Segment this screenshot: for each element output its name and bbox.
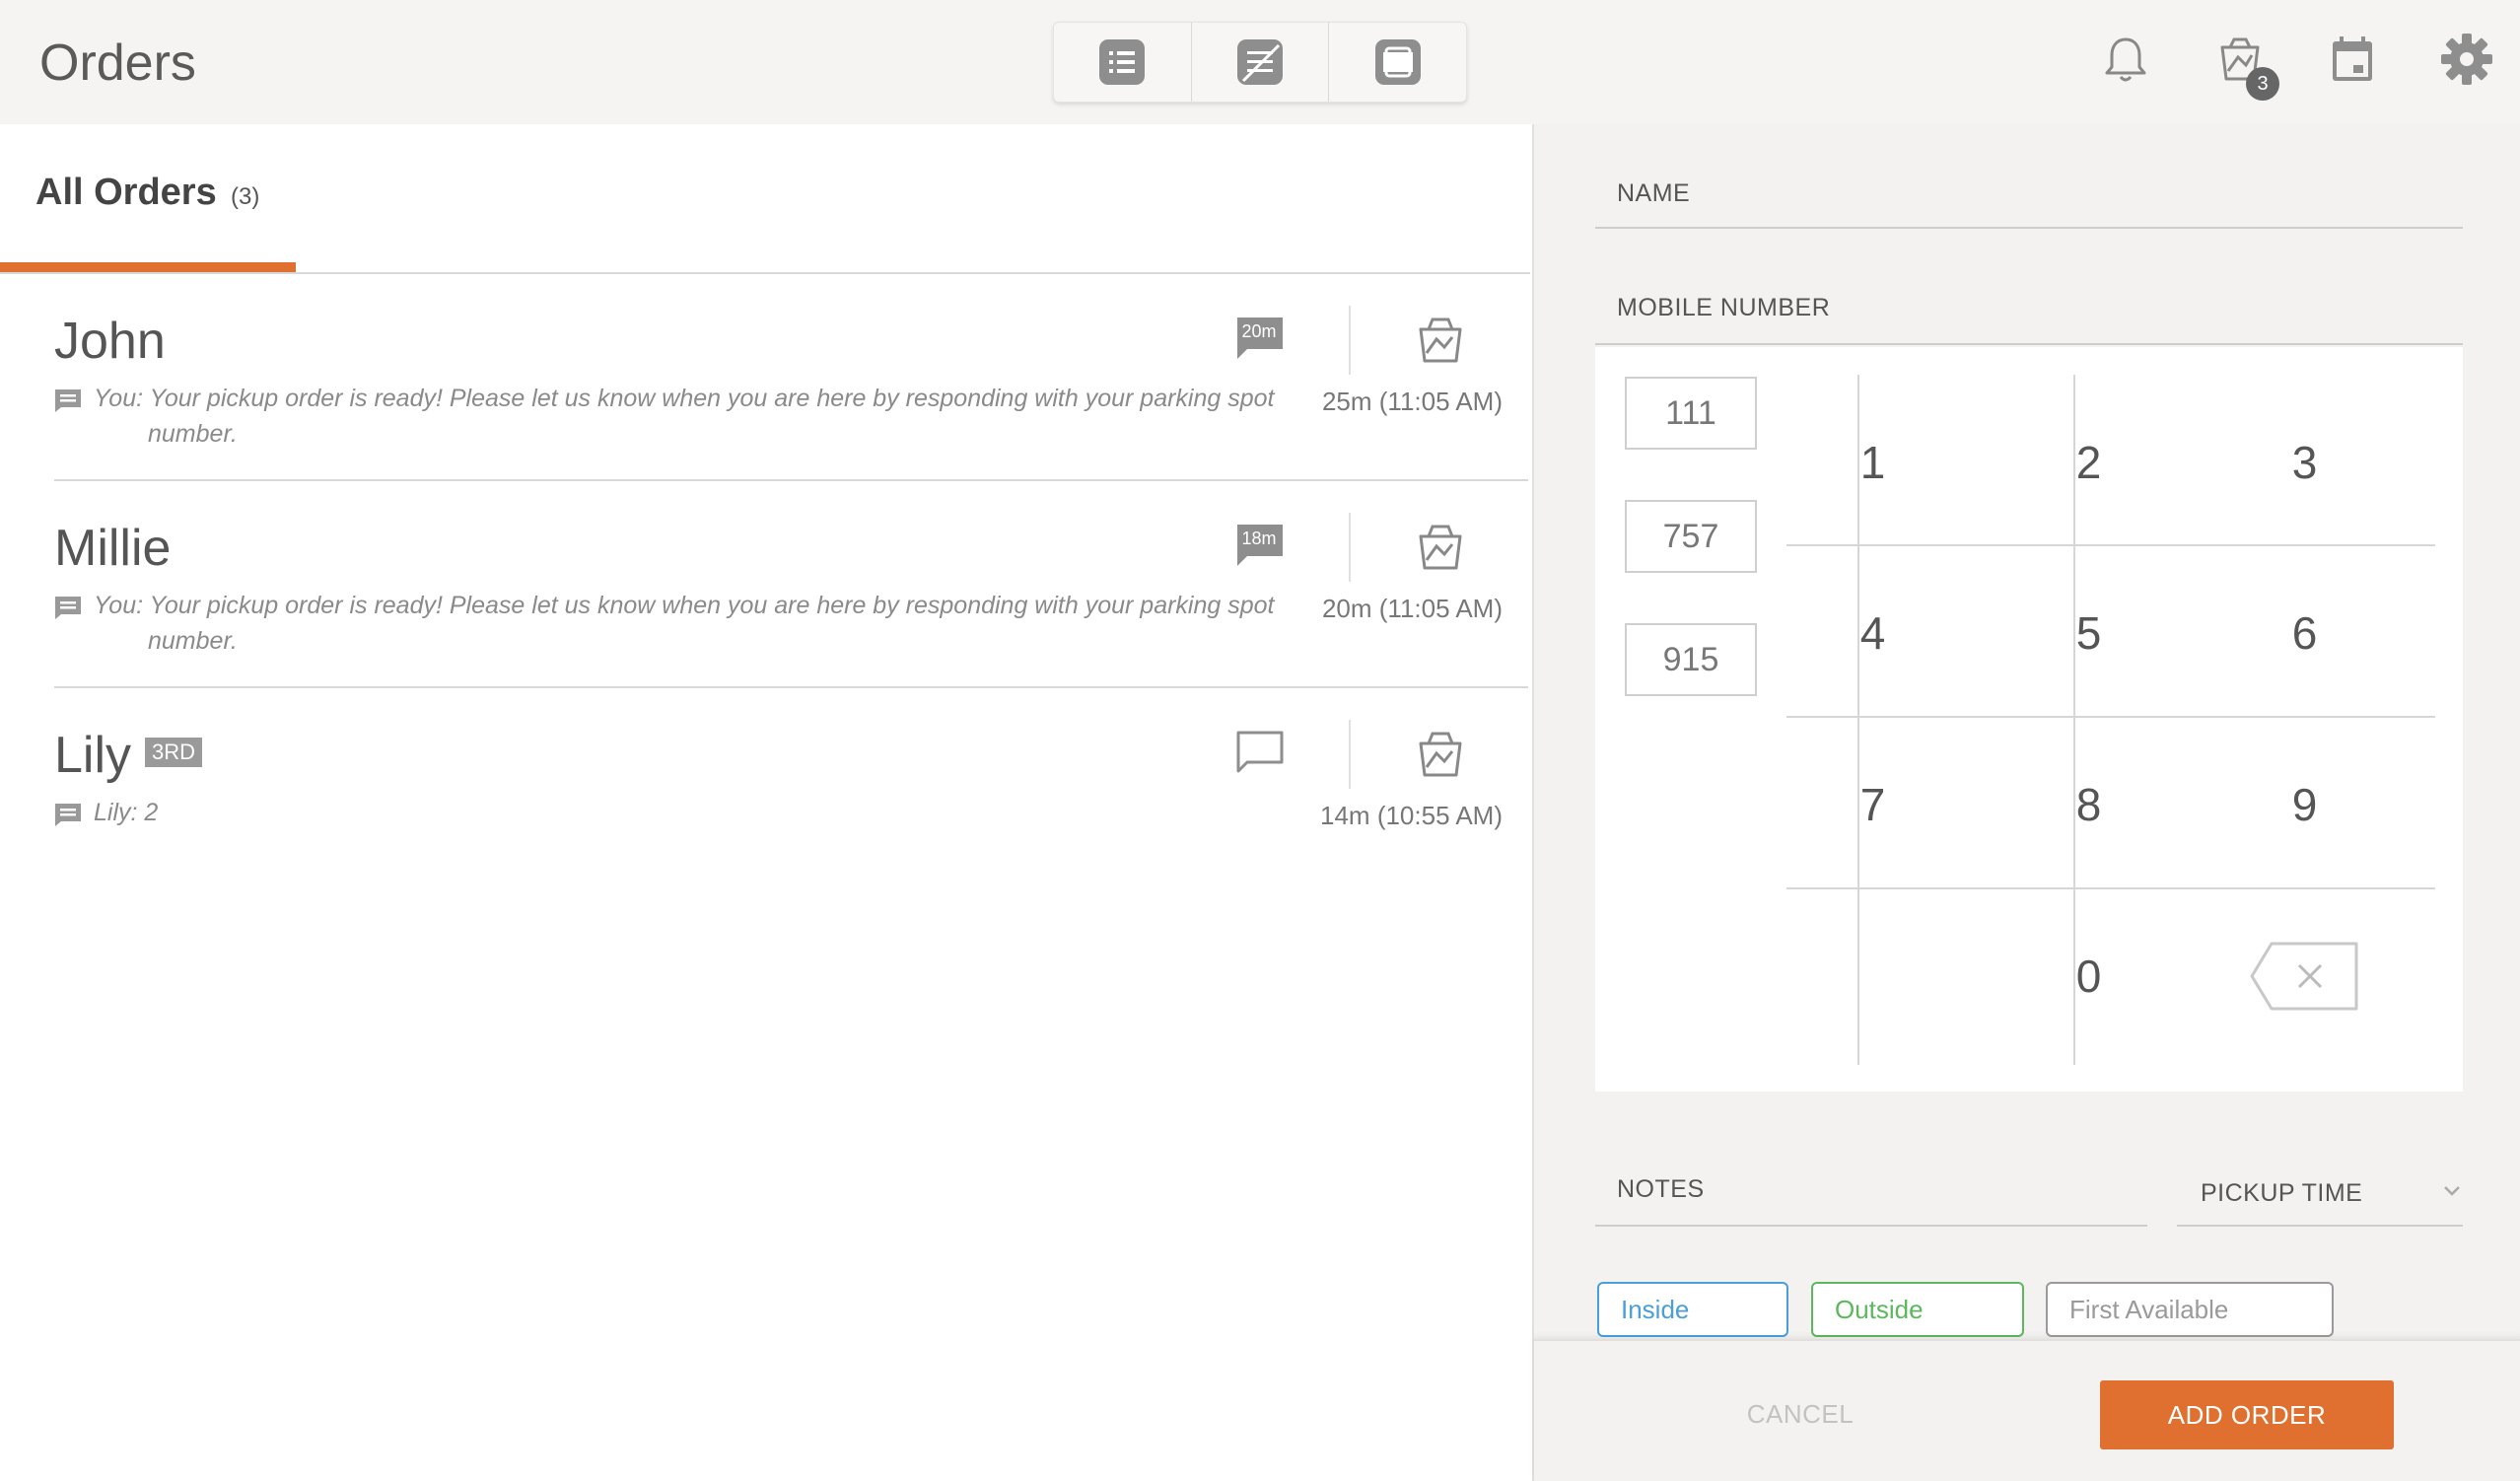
key-1[interactable]: 1	[1765, 377, 1981, 547]
message-age: 18m	[1241, 529, 1277, 548]
bell-icon	[2105, 37, 2146, 82]
first-available-option[interactable]: First Available	[2046, 1282, 2334, 1337]
mobile-field-underline	[1595, 343, 2463, 345]
card-view-button[interactable]	[1329, 23, 1466, 102]
order-row[interactable]: Millie You: Your pickup order is ready! …	[54, 483, 1528, 688]
settings-button[interactable]	[2437, 30, 2496, 89]
key-9[interactable]: 9	[2197, 719, 2413, 889]
phone-line-input[interactable]: 915	[1625, 623, 1757, 696]
calendar-icon	[2333, 36, 2372, 81]
message-body: Your pickup order is ready! Please let u…	[148, 385, 1275, 448]
gear-icon	[2441, 34, 2492, 85]
key-6[interactable]: 6	[2197, 547, 2413, 718]
message-body: Lily: 2	[94, 799, 159, 826]
message-icon	[55, 389, 81, 412]
message-sender: You:	[94, 385, 144, 412]
phone-prefix-input[interactable]: 757	[1625, 500, 1757, 573]
top-bar: Orders 3	[0, 0, 2520, 124]
message-icon	[55, 597, 81, 619]
order-row[interactable]: Lily 3RD Lily: 2 14m (10:55 AM)	[54, 690, 1528, 895]
message-sender: You:	[94, 592, 144, 619]
chat-bubble-outline-icon	[1236, 731, 1284, 773]
customer-name: John	[54, 313, 166, 370]
customer-name: Lily	[54, 727, 132, 784]
name-field-label: NAME	[1617, 179, 1691, 207]
no-image-view-icon	[1237, 39, 1283, 85]
order-row[interactable]: John You: Your pickup order is ready! Pl…	[54, 276, 1528, 481]
key-2[interactable]: 2	[1981, 377, 2197, 547]
add-order-panel: NAME MOBILE NUMBER 111 757 915 1 2 3 4 5…	[1532, 124, 2520, 1481]
calendar-button[interactable]	[2323, 30, 2382, 89]
backspace-key[interactable]	[2197, 890, 2413, 1061]
last-message: Lily: 2	[94, 795, 1316, 830]
divider	[1349, 513, 1351, 582]
backspace-icon	[2250, 942, 2357, 1010]
key-8[interactable]: 8	[1981, 719, 2197, 889]
compact-view-button[interactable]	[1192, 23, 1330, 102]
view-switcher	[1053, 22, 1467, 103]
tab-all-orders-count: (3)	[231, 183, 260, 210]
last-message: You: Your pickup order is ready! Please …	[94, 381, 1316, 452]
pickup-bag-icon[interactable]	[1413, 519, 1468, 574]
pickup-orders-button[interactable]: 3	[2210, 30, 2279, 101]
key-5[interactable]: 5	[1981, 547, 2197, 718]
phone-keypad: 111 757 915 1 2 3 4 5 6 7 8 9 0	[1595, 347, 2463, 1092]
mobile-field-label: MOBILE NUMBER	[1617, 294, 1831, 321]
wait-time: 14m (10:55 AM)	[1320, 801, 1503, 830]
key-7[interactable]: 7	[1765, 719, 1981, 889]
list-view-icon	[1099, 39, 1146, 85]
pickup-time-label: PICKUP TIME	[2201, 1179, 2363, 1207]
name-input[interactable]	[1595, 227, 2463, 229]
notes-field-label: NOTES	[1617, 1175, 1705, 1203]
phone-area-code-input[interactable]: 111	[1625, 377, 1757, 450]
add-order-button[interactable]: ADD ORDER	[2100, 1380, 2394, 1449]
pickup-time-select[interactable]	[2177, 1225, 2463, 1227]
list-view-button[interactable]	[1054, 23, 1192, 102]
pickup-bag-icon[interactable]	[1413, 726, 1468, 781]
wait-time: 20m (11:05 AM)	[1321, 594, 1503, 623]
chevron-down-icon[interactable]	[2440, 1179, 2464, 1203]
card-view-icon	[1374, 39, 1421, 85]
orders-tab-bar: All Orders (3)	[0, 124, 1530, 274]
page-title: Orders	[39, 35, 196, 92]
notes-input[interactable]	[1595, 1225, 2147, 1227]
pickup-bag-icon[interactable]	[1413, 312, 1468, 367]
customer-name: Millie	[54, 520, 172, 577]
form-footer: CANCEL ADD ORDER	[1534, 1339, 2520, 1481]
orders-panel: All Orders (3) John You: Your pickup ord…	[0, 124, 1530, 1481]
inside-option[interactable]: Inside	[1597, 1282, 1788, 1337]
notifications-button[interactable]	[2096, 30, 2155, 89]
message-body: Your pickup order is ready! Please let u…	[148, 592, 1275, 655]
divider	[1349, 306, 1351, 375]
pickup-count-badge: 3	[2246, 67, 2279, 101]
wait-time: 25m (11:05 AM)	[1321, 387, 1503, 416]
outside-option[interactable]: Outside	[1811, 1282, 2024, 1337]
visit-count-badge: 3RD	[145, 738, 203, 767]
tab-all-orders[interactable]: All Orders	[35, 172, 217, 214]
chat-button[interactable]	[1235, 730, 1285, 775]
cancel-button[interactable]: CANCEL	[1702, 1384, 1899, 1444]
key-4[interactable]: 4	[1765, 547, 1981, 718]
message-icon	[55, 804, 81, 826]
message-age: 20m	[1241, 321, 1277, 341]
active-tab-indicator	[0, 262, 296, 272]
divider	[1349, 720, 1351, 789]
key-0[interactable]: 0	[1981, 890, 2197, 1061]
last-message: You: Your pickup order is ready! Please …	[94, 588, 1316, 659]
key-3[interactable]: 3	[2197, 377, 2413, 547]
